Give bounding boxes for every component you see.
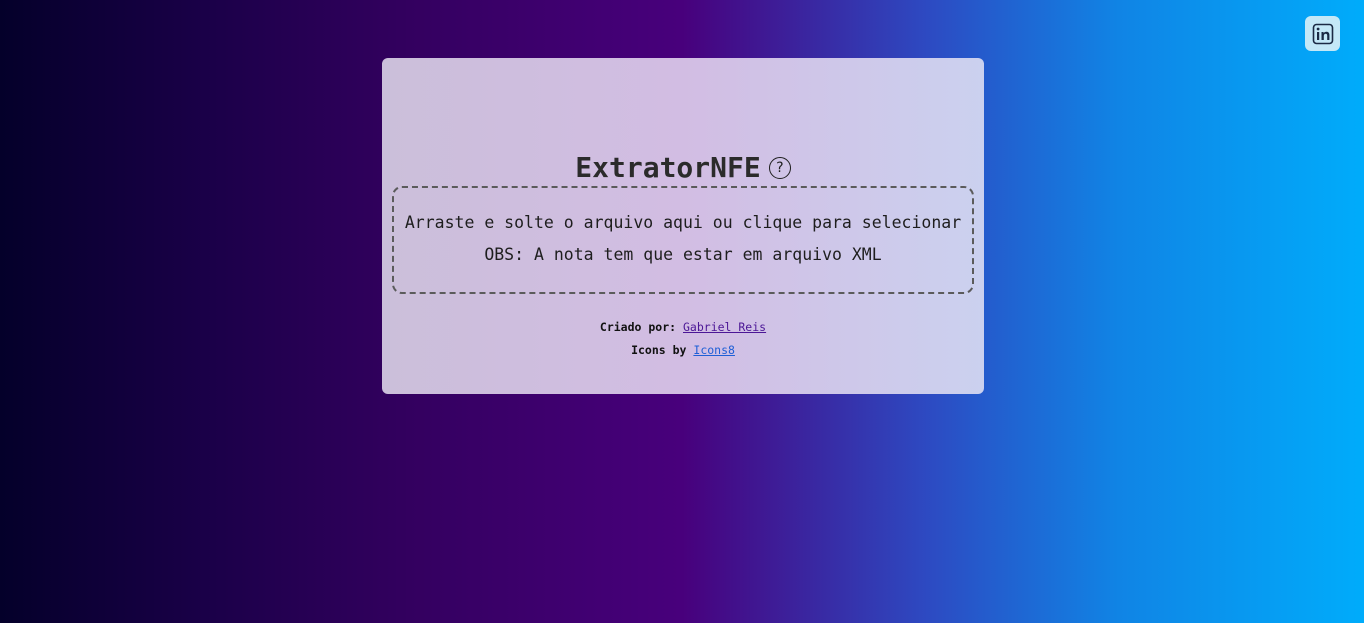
linkedin-icon	[1312, 23, 1333, 44]
created-by-label: Criado por:	[599, 320, 677, 334]
icons8-link[interactable]: Icons8	[693, 343, 735, 357]
page-title: ExtratorNFE	[575, 151, 761, 184]
icons-by-label: Icons by	[631, 343, 687, 357]
file-dropzone[interactable]: Arraste e solte o arquivo aqui ou clique…	[392, 186, 974, 294]
linkedin-button[interactable]	[1305, 16, 1340, 51]
help-icon[interactable]: ?	[768, 157, 791, 179]
author-link[interactable]: Gabriel Reis	[683, 320, 766, 334]
created-by-line: Criado por: Gabriel Reis	[382, 320, 984, 334]
dropzone-note: OBS: A nota tem que estar em arquivo XML	[484, 245, 882, 264]
icons-credit-line: Icons by Icons8	[382, 343, 984, 357]
dropzone-instruction: Arraste e solte o arquivo aqui ou clique…	[404, 213, 962, 232]
extractor-card: ExtratorNFE? Arraste e solte o arquivo a…	[382, 58, 984, 394]
title-row: ExtratorNFE?	[382, 154, 984, 182]
